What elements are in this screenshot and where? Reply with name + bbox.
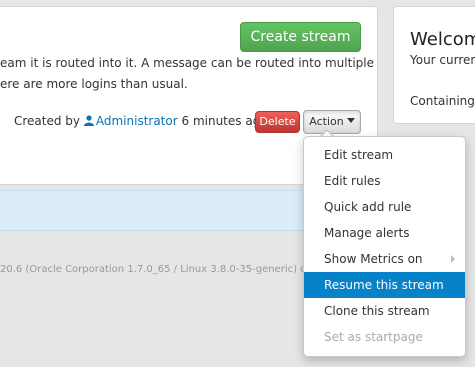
welcome-containing-line: Containing 6 — [410, 94, 475, 108]
creator-user-link[interactable]: Administrator — [96, 114, 178, 128]
stream-description-line-1: eam it is routed into it. A message can … — [0, 56, 374, 70]
welcome-title: Welcome — [410, 29, 475, 50]
footer-version-text: 20.6 (Oracle Corporation 1.7.0_65 / Linu… — [0, 264, 307, 275]
menu-item-clone-stream[interactable]: Clone this stream — [304, 298, 465, 324]
menu-item-resume-stream[interactable]: Resume this stream — [304, 272, 465, 298]
menu-item-show-metrics-on[interactable]: Show Metrics on — [304, 246, 465, 272]
menu-item-show-metrics-label: Show Metrics on — [324, 252, 423, 266]
action-dropdown-menu: Edit stream Edit rules Quick add rule Ma… — [303, 136, 466, 357]
welcome-current-line: Your current — [410, 53, 475, 67]
delete-button[interactable]: Delete — [255, 111, 300, 133]
action-button-label: Action — [309, 115, 344, 128]
user-icon — [83, 115, 94, 126]
created-by-prefix: Created by — [14, 114, 81, 128]
menu-item-manage-alerts[interactable]: Manage alerts — [304, 220, 465, 246]
create-stream-button[interactable]: Create stream — [240, 22, 361, 52]
caret-down-icon — [346, 118, 355, 123]
menu-item-set-as-startpage: Set as startpage — [324, 330, 423, 344]
stream-description-line-2: ere are more logins than usual. — [0, 77, 188, 91]
menu-item-edit-rules[interactable]: Edit rules — [304, 168, 465, 194]
created-by-line: Created by Administrator 6 minutes ago — [14, 114, 268, 128]
menu-item-edit-stream[interactable]: Edit stream — [304, 142, 465, 168]
submenu-arrow-icon — [451, 255, 455, 263]
welcome-card: Welcome Your current Containing 6 — [393, 6, 475, 124]
menu-item-quick-add-rule[interactable]: Quick add rule — [304, 194, 465, 220]
